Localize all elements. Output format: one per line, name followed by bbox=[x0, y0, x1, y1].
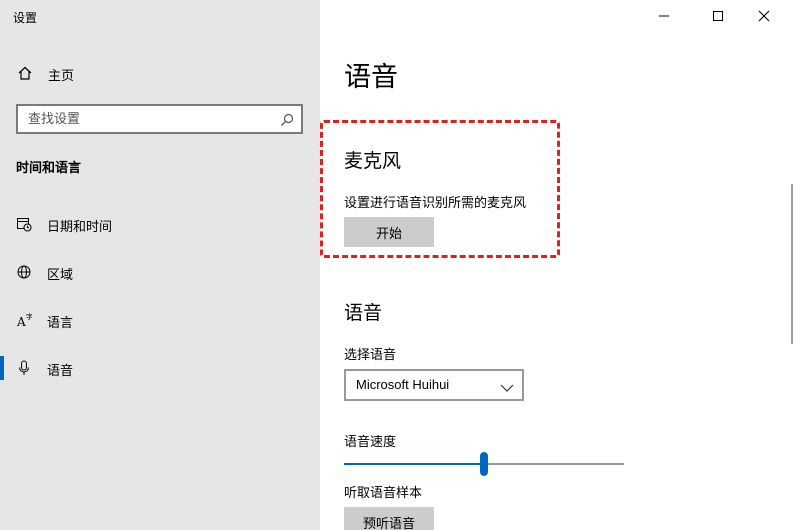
maximize-button[interactable] bbox=[695, 0, 741, 32]
sidebar: 设置 主页 时间和语言 日期和时间 区域 A字 语言 bbox=[0, 0, 320, 530]
chevron-down-icon bbox=[500, 379, 514, 392]
sample-label: 听取语音样本 bbox=[344, 486, 423, 501]
page-title: 语音 bbox=[344, 62, 398, 93]
search-box[interactable] bbox=[16, 104, 303, 134]
speed-label: 语音速度 bbox=[344, 435, 397, 450]
slider-thumb[interactable] bbox=[480, 452, 488, 476]
active-indicator bbox=[0, 356, 4, 380]
microphone-description: 设置进行语音识别所需的麦克风 bbox=[344, 196, 527, 211]
sidebar-item-region[interactable]: 区域 bbox=[0, 252, 320, 292]
scrollbar[interactable] bbox=[791, 184, 793, 344]
calendar-clock-icon bbox=[16, 216, 32, 232]
search-input[interactable] bbox=[18, 106, 268, 132]
search-icon[interactable] bbox=[280, 112, 294, 126]
speed-slider[interactable] bbox=[344, 452, 624, 476]
sidebar-item-label: 区域 bbox=[47, 268, 74, 283]
sidebar-item-label: 日期和时间 bbox=[47, 220, 113, 235]
sidebar-item-label: 语音 bbox=[47, 364, 74, 379]
close-button[interactable] bbox=[741, 0, 787, 32]
section-heading: 时间和语言 bbox=[16, 161, 82, 176]
sidebar-item-date-time[interactable]: 日期和时间 bbox=[0, 204, 320, 244]
minimize-button[interactable] bbox=[641, 0, 687, 32]
home-nav-item[interactable]: 主页 bbox=[0, 58, 320, 88]
svg-text:A: A bbox=[16, 315, 26, 328]
minimize-icon bbox=[659, 15, 669, 17]
svg-text:字: 字 bbox=[26, 312, 32, 321]
start-button[interactable]: 开始 bbox=[344, 217, 434, 247]
maximize-icon bbox=[713, 11, 723, 21]
voice-heading: 语音 bbox=[344, 302, 383, 324]
globe-icon bbox=[16, 264, 32, 280]
microphone-icon bbox=[16, 360, 32, 376]
slider-fill bbox=[344, 463, 484, 465]
app-title: 设置 bbox=[13, 11, 38, 25]
home-icon bbox=[17, 65, 33, 81]
close-icon bbox=[758, 10, 770, 22]
voice-select[interactable]: Microsoft Huihui bbox=[344, 369, 524, 401]
language-icon: A字 bbox=[16, 312, 33, 329]
sidebar-item-speech[interactable]: 语音 bbox=[0, 348, 320, 388]
voice-select-value: Microsoft Huihui bbox=[356, 377, 450, 392]
select-voice-label: 选择语音 bbox=[344, 348, 397, 363]
sidebar-item-language[interactable]: A字 语言 bbox=[0, 300, 320, 340]
main-content: 语音 麦克风 设置进行语音识别所需的麦克风 开始 语音 选择语音 Microso… bbox=[320, 0, 795, 530]
preview-voice-button[interactable]: 预听语音 bbox=[344, 507, 434, 530]
microphone-heading: 麦克风 bbox=[344, 150, 402, 172]
sidebar-item-label: 语言 bbox=[47, 316, 74, 331]
home-label: 主页 bbox=[48, 69, 75, 84]
